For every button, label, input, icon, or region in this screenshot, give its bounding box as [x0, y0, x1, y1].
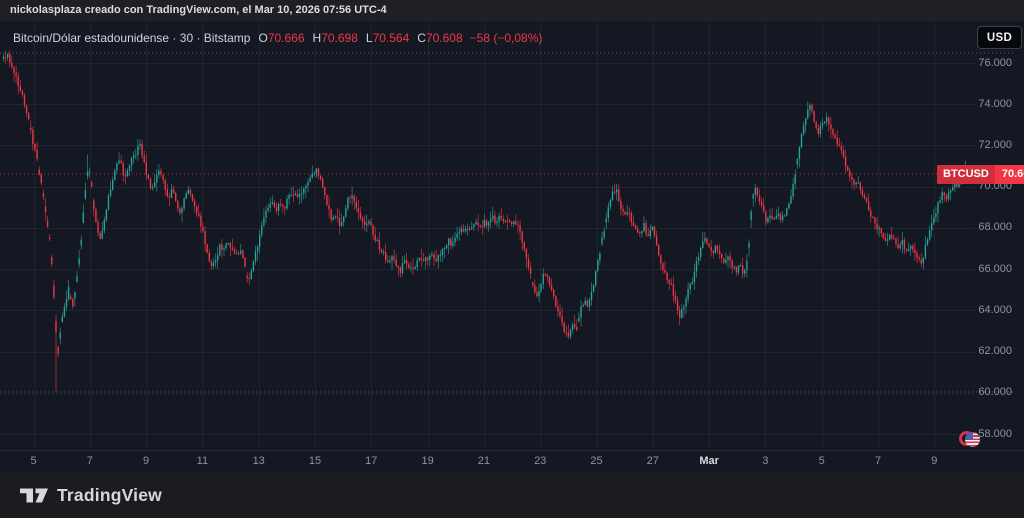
- time-axis-label: 23: [534, 455, 546, 467]
- tradingview-snapshot: nickolasplaza creado con TradingView.com…: [0, 0, 1024, 518]
- price-axis-label: 62.000: [978, 345, 1012, 357]
- time-axis-label: 13: [253, 455, 265, 467]
- time-axis-label: 27: [647, 455, 659, 467]
- candlestick-chart[interactable]: [0, 0, 1024, 518]
- time-axis-label: 25: [590, 455, 602, 467]
- footer-bar: TradingView: [0, 473, 1024, 518]
- usd-flag-icon: [965, 432, 980, 447]
- last-price-tag-value: 70.608: [995, 165, 1024, 184]
- price-axis-label: 76.000: [978, 57, 1012, 69]
- ohlc-open: O70.666: [258, 31, 304, 45]
- time-axis-label: 5: [30, 455, 36, 467]
- attribution-text: nickolasplaza creado con TradingView.com…: [10, 4, 387, 16]
- price-axis-label: 60.000: [978, 386, 1012, 398]
- price-axis-label: 74.000: [978, 98, 1012, 110]
- price-axis-label: 64.000: [978, 304, 1012, 316]
- time-axis-label: Mar: [699, 455, 719, 467]
- price-axis-label: 72.000: [978, 139, 1012, 151]
- tradingview-wordmark[interactable]: TradingView: [57, 485, 162, 506]
- price-axis-label: 66.000: [978, 263, 1012, 275]
- time-axis-label: 15: [309, 455, 321, 467]
- time-axis-label: 9: [931, 455, 937, 467]
- ohlc-high: H70.698: [313, 31, 358, 45]
- attribution-bar: nickolasplaza creado con TradingView.com…: [0, 0, 1024, 21]
- time-axis-label: 9: [143, 455, 149, 467]
- time-axis-label: 5: [819, 455, 825, 467]
- time-axis-label: 7: [87, 455, 93, 467]
- currency-toggle-button[interactable]: USD: [977, 26, 1022, 49]
- price-axis-label: 58.000: [978, 428, 1012, 440]
- change-value: −58 (−0,08%): [470, 31, 543, 45]
- time-axis[interactable]: 5 7 9 11 13 15 17 19 21 23 25 27 Mar 3 5 7 9: [0, 450, 975, 474]
- time-axis-label: 3: [762, 455, 768, 467]
- last-price-tag-symbol: BTCUSD: [937, 165, 995, 184]
- time-axis-label: 11: [197, 455, 208, 467]
- time-axis-label: 17: [365, 455, 377, 467]
- price-axis-label: 68.000: [978, 221, 1012, 233]
- tradingview-logo-icon[interactable]: [20, 488, 48, 503]
- last-price-tag: BTCUSD70.608: [937, 165, 1024, 184]
- ohlc-low: L70.564: [366, 31, 409, 45]
- time-axis-label: 7: [875, 455, 881, 467]
- btcusd-pair-icon: [959, 431, 981, 447]
- symbol-title: Bitcoin/Dólar estadounidense · 30 · Bits…: [13, 31, 250, 45]
- time-axis-label: 19: [421, 455, 433, 467]
- price-axis[interactable]: 76.00074.00072.00070.00068.00066.00064.0…: [974, 21, 1024, 473]
- time-axis-label: 21: [478, 455, 490, 467]
- ohlc-close: C70.608: [417, 31, 462, 45]
- chart-legend[interactable]: Bitcoin/Dólar estadounidense · 30 · Bits…: [13, 31, 542, 45]
